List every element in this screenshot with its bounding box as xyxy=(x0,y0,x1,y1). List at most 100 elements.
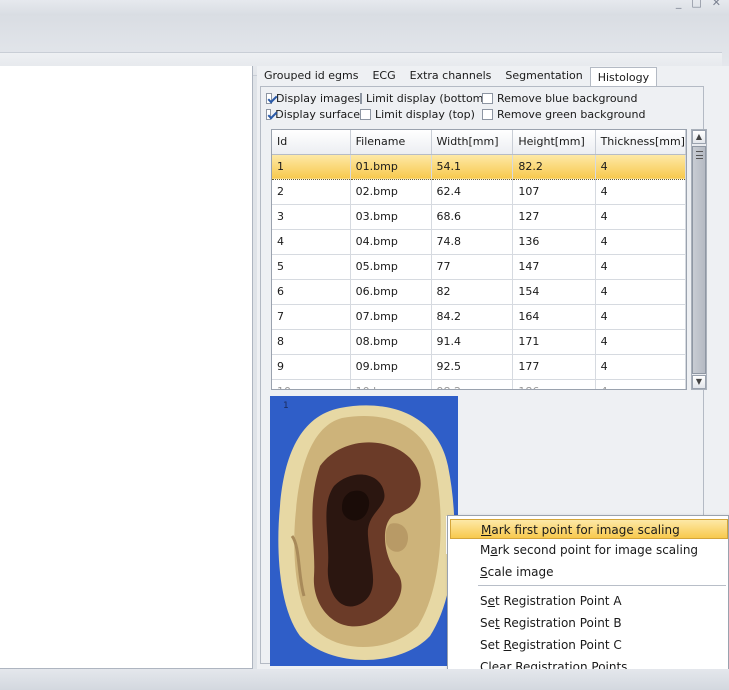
checkbox-label: Remove blue background xyxy=(497,91,638,105)
scroll-thumb[interactable] xyxy=(692,146,706,374)
cell-id: 4 xyxy=(272,229,351,255)
tab-histology[interactable]: Histology xyxy=(589,67,658,88)
column-header-width[interactable]: Width[mm] xyxy=(431,130,514,155)
cell-width: 92.5 xyxy=(431,354,514,380)
cell-height: 136 xyxy=(512,229,596,255)
remove-blue-checkbox[interactable]: Remove blue background xyxy=(482,92,637,105)
tab-extra-channels[interactable]: Extra channels xyxy=(403,66,499,87)
menu-item-set-registration-point-c[interactable]: Set Registration Point C xyxy=(450,635,728,655)
table-scrollbar[interactable]: ▲ ▼ xyxy=(691,129,707,390)
cell-id: 8 xyxy=(272,329,351,355)
context-menu: Mark first point for image scaling Mark … xyxy=(447,515,729,683)
cell-id: 2 xyxy=(272,179,351,205)
cell-id: 7 xyxy=(272,304,351,330)
histology-table[interactable]: Id Filename Width[mm] Height[mm] Thickne… xyxy=(271,129,687,390)
cell-thickness: 4 xyxy=(595,279,686,305)
checkbox-label: Display surface xyxy=(275,107,360,121)
display-images-checkbox[interactable]: Display images xyxy=(266,92,360,105)
column-header-id[interactable]: Id xyxy=(272,130,351,155)
cell-width: 62.4 xyxy=(431,179,514,205)
maximize-button[interactable]: □ xyxy=(691,0,701,9)
menu-item-mark-second-point[interactable]: Mark second point for image scaling xyxy=(450,540,728,560)
table-row[interactable]: 9 09.bmp 92.5 177 4 xyxy=(272,354,686,380)
tab-grouped-id-egms[interactable]: Grouped id egms xyxy=(257,66,365,87)
cell-thickness: 4 xyxy=(595,254,686,280)
grip-icon xyxy=(696,151,703,159)
scroll-up-button[interactable]: ▲ xyxy=(692,130,706,144)
menu-item-set-registration-point-a[interactable]: Set Registration Point A xyxy=(450,591,728,611)
table-row[interactable]: 1010.bmp98.21864 xyxy=(272,379,686,389)
cell-height: 177 xyxy=(512,354,596,380)
cell-width: 68.6 xyxy=(431,204,514,230)
checkbox-label: Remove green background xyxy=(497,107,646,121)
cell-filename: 06.bmp xyxy=(350,279,432,305)
checkbox-box xyxy=(482,108,493,120)
checkbox-label: Limit display (bottom) xyxy=(366,91,488,105)
table-row[interactable]: 6 06.bmp 82 154 4 xyxy=(272,279,686,305)
checkbox-box xyxy=(360,92,362,104)
cell-filename: 08.bmp xyxy=(350,329,432,355)
checkbox-box xyxy=(266,108,272,120)
cell-thickness: 4 xyxy=(595,304,686,330)
menu-separator xyxy=(478,585,726,586)
remove-green-checkbox[interactable]: Remove green background xyxy=(482,108,645,121)
cell-thickness: 4 xyxy=(595,179,686,205)
menu-item-set-registration-point-b[interactable]: Set Registration Point B xyxy=(450,613,728,633)
checkbox-box xyxy=(360,108,371,120)
cell-thickness: 4 xyxy=(595,354,686,380)
checkbox-box xyxy=(266,92,272,104)
cell-filename: 05.bmp xyxy=(350,254,432,280)
table-row[interactable]: 8 08.bmp 91.4 171 4 xyxy=(272,329,686,355)
limit-top-checkbox[interactable]: Limit display (top) xyxy=(360,108,482,121)
column-header-thickness[interactable]: Thickness[mm] xyxy=(595,130,686,155)
cell-thickness: 4 xyxy=(595,153,686,180)
menu-item-mark-first-point[interactable]: Mark first point for image scaling xyxy=(450,519,728,539)
cell-height: 107 xyxy=(512,179,596,205)
ribbon xyxy=(0,14,729,76)
menu-item-scale-image[interactable]: Scale image xyxy=(450,562,728,582)
cell-width: 77 xyxy=(431,254,514,280)
table-body: 1 01.bmp 54.1 82.2 4 2 02.bmp 62.4 107 4 3 03.bmp 68… xyxy=(272,153,686,389)
column-header-height[interactable]: Height[mm] xyxy=(512,130,596,155)
table-row[interactable]: 4 04.bmp 74.8 136 4 xyxy=(272,229,686,255)
cell-filename: 02.bmp xyxy=(350,179,432,205)
tab-ecg[interactable]: ECG xyxy=(365,66,402,87)
cell-height: 127 xyxy=(512,204,596,230)
display-surface-checkbox[interactable]: Display surface xyxy=(266,108,360,121)
cell-thickness: 4 xyxy=(595,379,686,389)
cell-filename: 01.bmp xyxy=(350,153,432,180)
cell-height: 82.2 xyxy=(512,153,596,180)
tab-segmentation[interactable]: Segmentation xyxy=(498,66,589,87)
table-row[interactable]: 1 01.bmp 54.1 82.2 4 xyxy=(272,153,686,180)
cell-id: 9 xyxy=(272,354,351,380)
display-options: Display images Limit display (bottom) Re… xyxy=(266,90,645,122)
table-row[interactable]: 3 03.bmp 68.6 127 4 xyxy=(272,204,686,230)
table-row[interactable]: 2 02.bmp 62.4 107 4 xyxy=(272,179,686,205)
cell-width: 74.8 xyxy=(431,229,514,255)
tab-strip: Grouped id egms ECG Extra channels Segme… xyxy=(257,66,658,88)
cell-filename: 07.bmp xyxy=(350,304,432,330)
cell-filename: 04.bmp xyxy=(350,229,432,255)
column-header-filename[interactable]: Filename xyxy=(350,130,432,155)
status-bar xyxy=(0,669,729,690)
limit-bottom-checkbox[interactable]: Limit display (bottom) xyxy=(360,92,488,105)
left-view-panel[interactable] xyxy=(0,66,253,669)
cell-height: 186 xyxy=(512,379,596,389)
cell-width: 91.4 xyxy=(431,329,514,355)
cell-width: 54.1 xyxy=(431,153,514,180)
table-header-row: Id Filename Width[mm] Height[mm] Thickne… xyxy=(272,130,686,155)
checkbox-label: Display images xyxy=(275,91,360,105)
cell-height: 164 xyxy=(512,304,596,330)
scroll-down-button[interactable]: ▼ xyxy=(692,375,706,389)
checkbox-label: Limit display (top) xyxy=(375,107,475,121)
title-bar: _ □ ✕ xyxy=(0,0,729,14)
histology-image[interactable]: 1 xyxy=(270,396,458,666)
table-row[interactable]: 5 05.bmp 77 147 4 xyxy=(272,254,686,280)
minimize-button[interactable]: _ xyxy=(676,0,682,9)
cell-thickness: 4 xyxy=(595,204,686,230)
cell-width: 98.2 xyxy=(431,379,514,389)
close-button[interactable]: ✕ xyxy=(712,0,721,9)
cell-id: 3 xyxy=(272,204,351,230)
table-row[interactable]: 7 07.bmp 84.2 164 4 xyxy=(272,304,686,330)
cell-height: 171 xyxy=(512,329,596,355)
